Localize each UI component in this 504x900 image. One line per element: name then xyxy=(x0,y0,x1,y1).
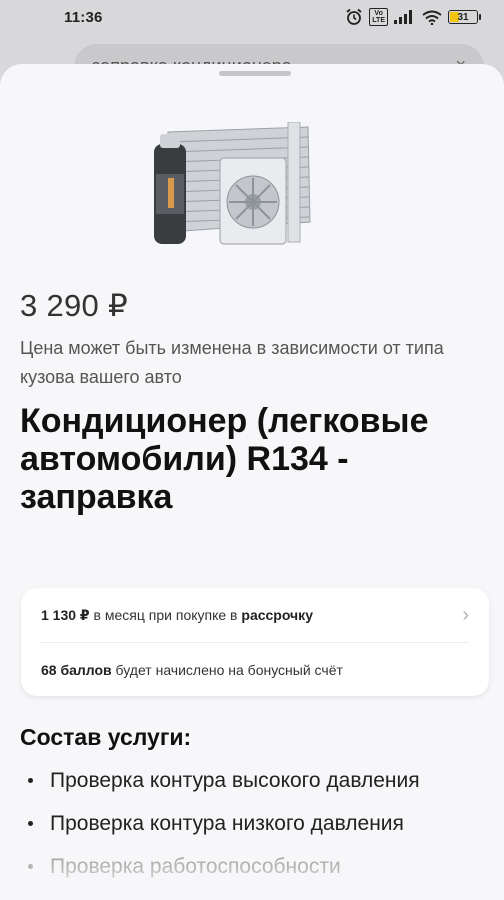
service-item: Проверка контура низкого давления xyxy=(28,807,488,840)
chevron-right-icon: › xyxy=(462,604,469,626)
services-title: Состав услуги: xyxy=(20,724,192,750)
alarm-icon xyxy=(346,8,362,25)
product-title: Кондиционер (легковые автомобили) R134 -… xyxy=(20,402,429,516)
scroll-fade xyxy=(0,860,504,900)
service-item-text: Проверка контура высокого давления xyxy=(50,769,420,792)
product-price: 3 290 ₽ xyxy=(20,288,129,323)
payment-info-card: 1 130 ₽ в месяц при покупке в рассрочку … xyxy=(21,588,489,696)
price-note: Цена может быть изменена в зависимости о… xyxy=(20,338,444,387)
installment-text: в месяц при покупке в xyxy=(89,606,242,623)
bullet-icon xyxy=(28,821,33,826)
battery-icon: 31 xyxy=(448,10,481,24)
bonus-points: 68 баллов xyxy=(41,661,112,678)
battery-level: 31 xyxy=(457,11,469,23)
bonus-text: будет начислено на бонусный счёт xyxy=(111,661,343,678)
wifi-icon xyxy=(422,10,442,25)
volte-icon: Vo LTE xyxy=(369,8,388,26)
status-icons: Vo LTE 31 xyxy=(345,8,481,26)
installment-amount: 1 130 ₽ xyxy=(41,606,90,623)
status-time: 11:36 xyxy=(64,8,103,26)
service-item: Проверка контура высокого давления xyxy=(28,764,488,797)
installment-link[interactable]: рассрочку xyxy=(241,607,313,623)
bonus-row: 68 баллов будет начислено на бонусный сч… xyxy=(41,642,469,696)
status-bar: 11:36 Vo LTE 31 xyxy=(0,0,504,34)
installment-row[interactable]: 1 130 ₽ в месяц при покупке в рассрочку … xyxy=(41,588,469,642)
product-image xyxy=(154,122,311,245)
sheet-grabber[interactable] xyxy=(219,71,291,76)
bullet-icon xyxy=(28,778,33,783)
product-bottom-sheet: 3 290 ₽ Цена может быть изменена в завис… xyxy=(0,64,504,900)
service-item-text: Проверка контура низкого давления xyxy=(50,812,404,835)
signal-icon xyxy=(394,10,412,24)
